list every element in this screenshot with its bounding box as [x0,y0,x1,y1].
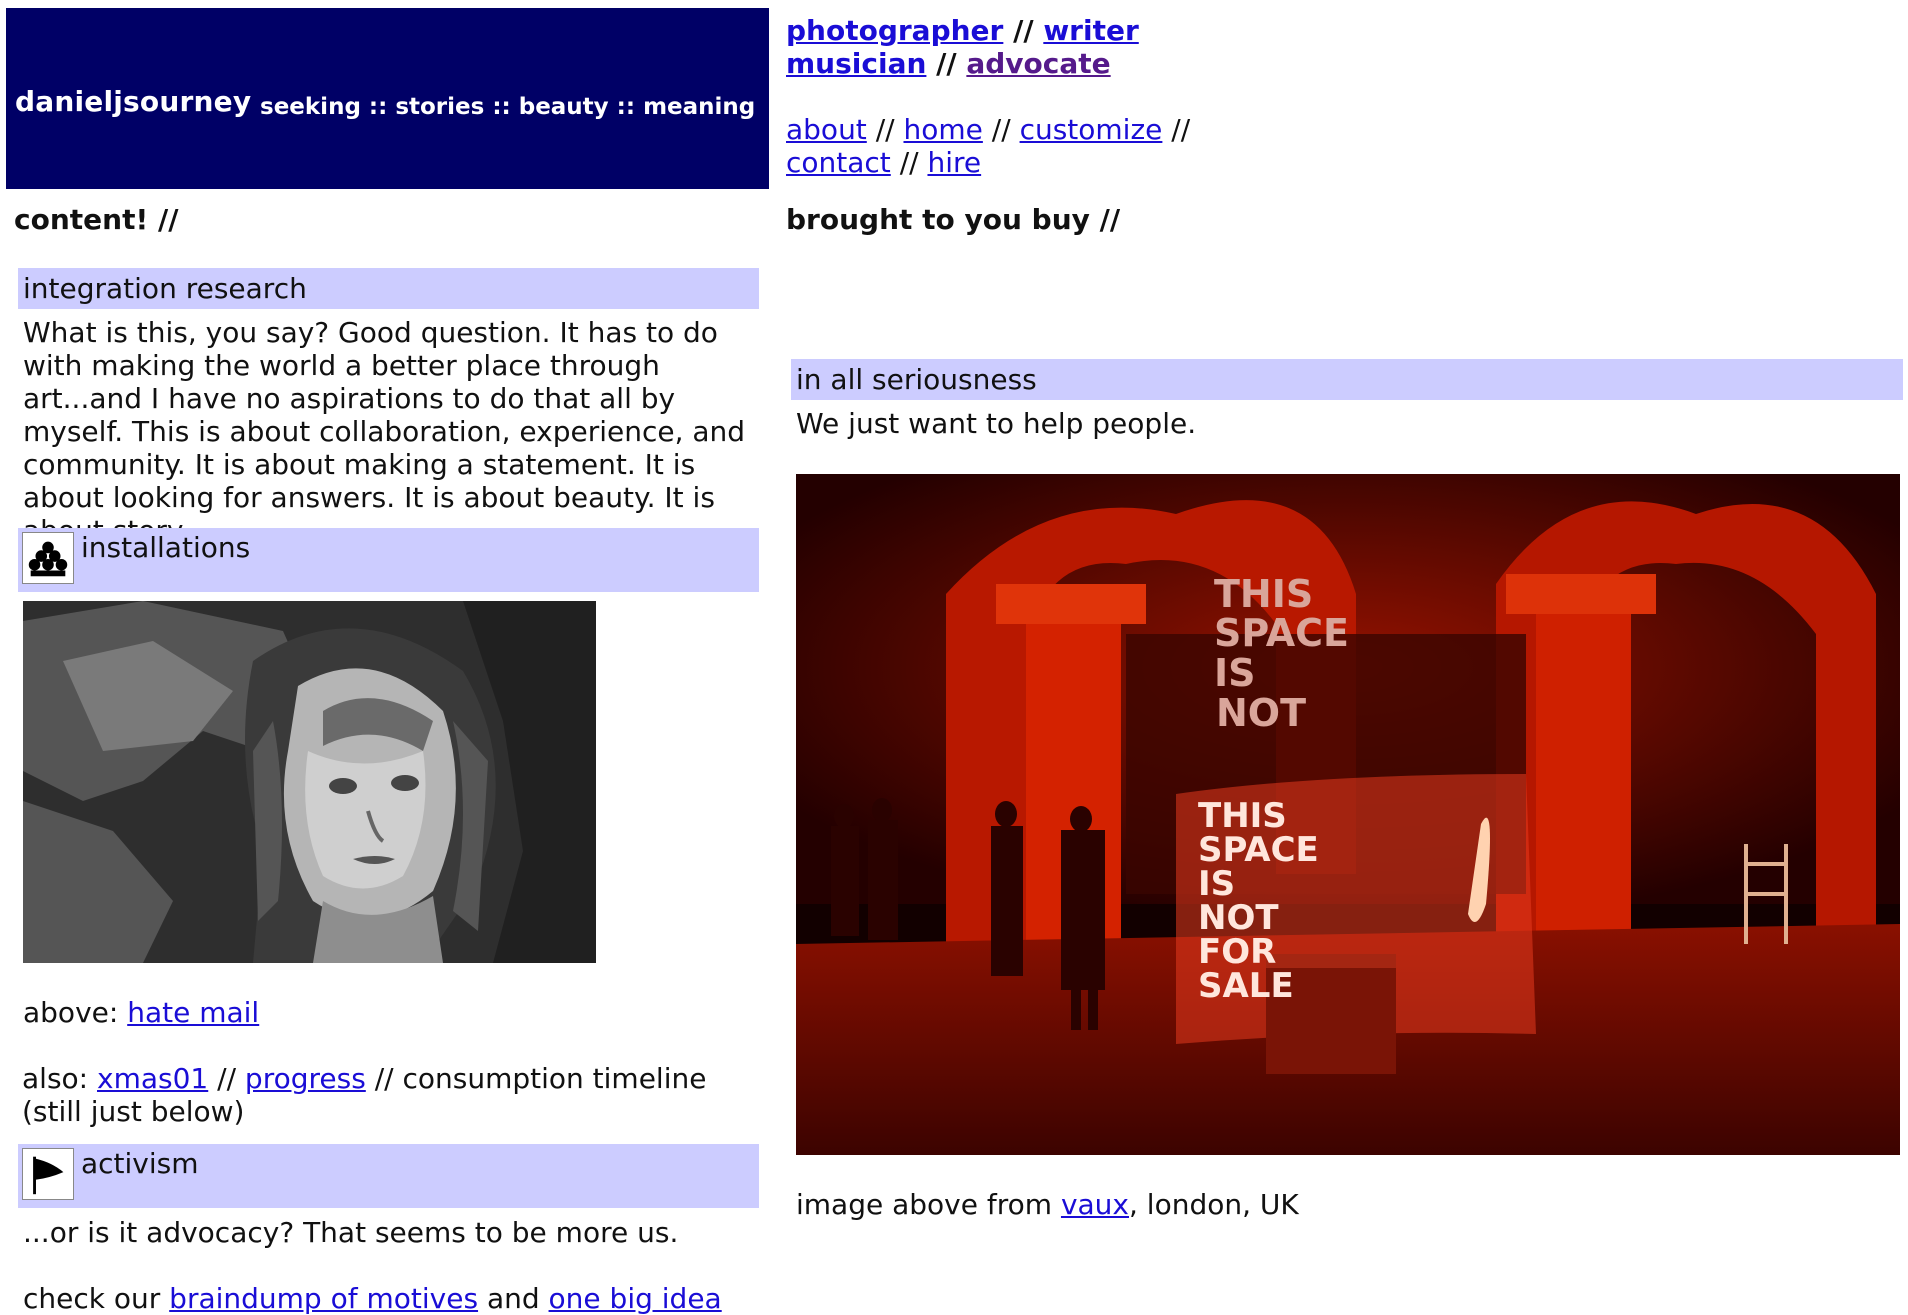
separator: // [875,113,895,146]
sponsor-column-title: brought to you buy // [786,203,1121,236]
role-link-writer[interactable]: writer [1043,14,1138,47]
vaux-photo[interactable]: THIS SPACE IS NOT THIS SPACE IS NOT FOR … [796,474,1900,1155]
sign-line: IS [1214,651,1256,695]
installation-above-line: above: hate mail [23,996,763,1029]
braindump-link[interactable]: braindump of motives [169,1282,478,1315]
role-link-photographer[interactable]: photographer [786,14,1003,47]
seriousness-description: We just want to help people. [796,407,1197,440]
site-tagline: seeking :: stories :: beauty :: meaning [260,94,756,120]
sign-line: SPACE [1214,611,1349,655]
site-name: danieljsourney [15,85,252,118]
separator: // [936,47,957,80]
xmas01-link[interactable]: xmas01 [97,1062,208,1095]
flag-icon [22,1148,74,1200]
nav-link-home[interactable]: home [903,113,982,146]
activism-description: ...or is it advocacy? That seems to be m… [23,1216,679,1249]
above-label: above: [23,996,119,1029]
separator: // [899,146,919,179]
section-header-integration-research: integration research [18,268,759,309]
activism-links-line: check our braindump of motives and one b… [23,1282,763,1315]
site-banner: danieljsourney seeking :: stories :: bea… [6,8,769,189]
section-heading: in all seriousness [796,363,1037,396]
installation-also-line: also: xmas01 // progress // consumption … [22,1062,762,1128]
sign-line: SALE [1198,966,1294,1006]
separator: // [217,1062,237,1095]
content-column-title: content! // [14,203,179,236]
also-label: also: [22,1062,89,1095]
section-header-installations: installations [18,528,759,592]
and-text: and [486,1282,540,1315]
one-big-idea-link[interactable]: one big idea [549,1282,722,1315]
section-header-in-all-seriousness: in all seriousness [791,359,1903,400]
separator: // [1171,113,1191,146]
hate-mail-link[interactable]: hate mail [127,996,259,1029]
section-heading: installations [81,531,251,564]
nav-link-contact[interactable]: contact [786,146,891,179]
caption-suffix: , london, UK [1129,1188,1299,1221]
sign-line: NOT [1216,691,1306,735]
role-link-advocate[interactable]: advocate [966,47,1110,80]
separator: // [991,113,1011,146]
sculpture-icon [22,532,74,584]
vaux-link[interactable]: vaux [1061,1188,1129,1221]
section-heading: integration research [23,272,307,305]
roles-nav: photographer // writer musician // advoc… [786,14,1139,80]
caption-prefix: image above from [796,1188,1053,1221]
nav-link-about[interactable]: about [786,113,867,146]
nav-link-customize[interactable]: customize [1020,113,1163,146]
main-nav: about // home // customize // contact //… [786,113,1190,179]
photo-caption: image above from vaux, london, UK [796,1188,1896,1221]
nav-link-hire[interactable]: hire [927,146,981,179]
check-our-text: check our [23,1282,161,1315]
integration-description: What is this, you say? Good question. It… [23,316,746,547]
section-header-activism: activism [18,1144,759,1208]
section-heading: activism [81,1147,199,1180]
installation-image[interactable] [23,601,596,963]
separator: // [1013,14,1034,47]
separator: // [374,1062,394,1095]
role-link-musician[interactable]: musician [786,47,926,80]
progress-link[interactable]: progress [245,1062,366,1095]
sign-line: THIS [1214,572,1313,616]
